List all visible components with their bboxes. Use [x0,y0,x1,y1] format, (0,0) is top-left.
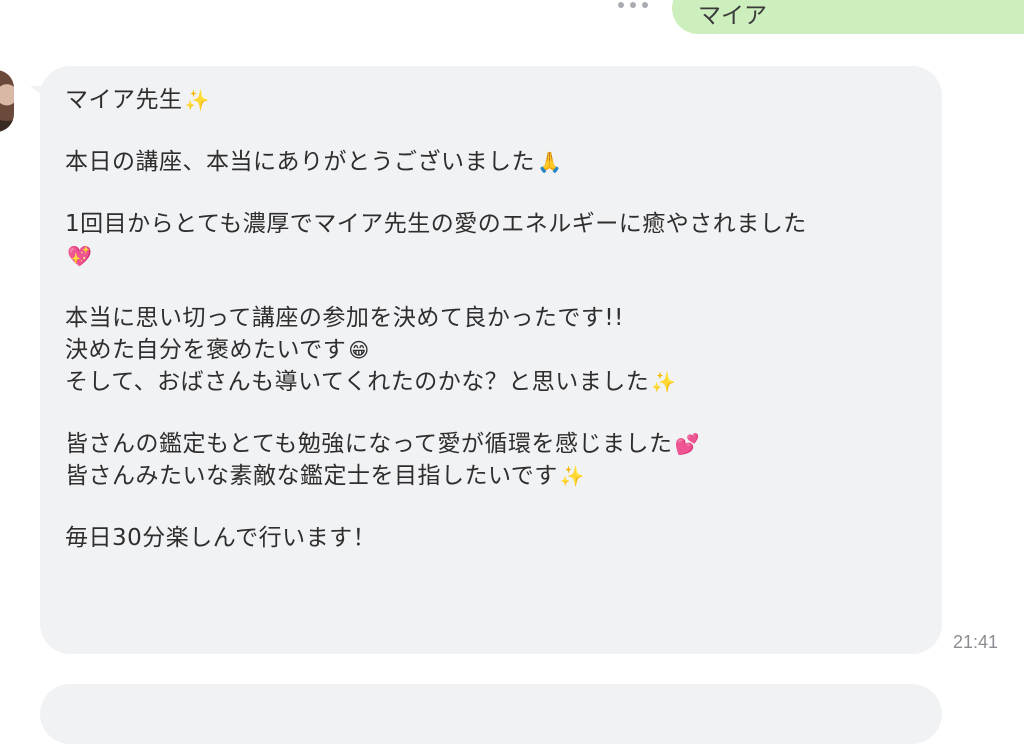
sparkles-emoji-icon: ✨ [559,464,586,488]
next-message-bubble[interactable] [40,684,942,744]
message-line: 決めた自分を褒めたいです 😁 [65,337,370,363]
message-line: 毎日30分楽しんで行います！ [65,525,377,551]
sparkles-emoji-icon: ✨ [651,370,677,394]
message-line: 皆さんの鑑定もとても勉強になって愛が循環を感じました 💕 [65,431,700,457]
message-line: 皆さんみたいな素敵な鑑定士を目指したいです ✨ [65,463,586,489]
message-line: 1回目からとても濃厚でマイア先生の愛のエネルギーに癒やされました [65,211,807,237]
dot [630,2,636,8]
message-line: 💖 [65,240,918,272]
sparkles-emoji-icon: ✨ [184,88,210,112]
dot [642,2,648,8]
pray-emoji-icon: 🙏 [537,150,563,174]
message-timestamp: 21:41 [953,632,999,652]
message-line: そして、おばさんも導いてくれたのかな？と思いました ✨ [65,369,677,395]
message-line: 本日の講座、本当にありがとうございました 🙏 [65,149,563,175]
message-line: マイア先生 ✨ [65,87,210,113]
sparkling-heart-emoji-icon: 💖 [67,244,93,268]
outgoing-message-bubble[interactable]: マイア [672,0,1024,34]
message-line: 本当に思い切って講座の参加を決めて良かったです!! [65,305,624,331]
typing-indicator [618,2,648,12]
incoming-message-bubble[interactable]: マイア先生 ✨ 本日の講座、本当にありがとうございました 🙏 1回目からとても濃厚で… [40,66,942,654]
outgoing-message-text: マイア [698,3,767,29]
dot [618,2,624,8]
sender-avatar[interactable] [0,70,14,132]
grin-emoji-icon: 😁 [348,338,370,362]
two-hearts-emoji-icon: 💕 [674,432,700,456]
